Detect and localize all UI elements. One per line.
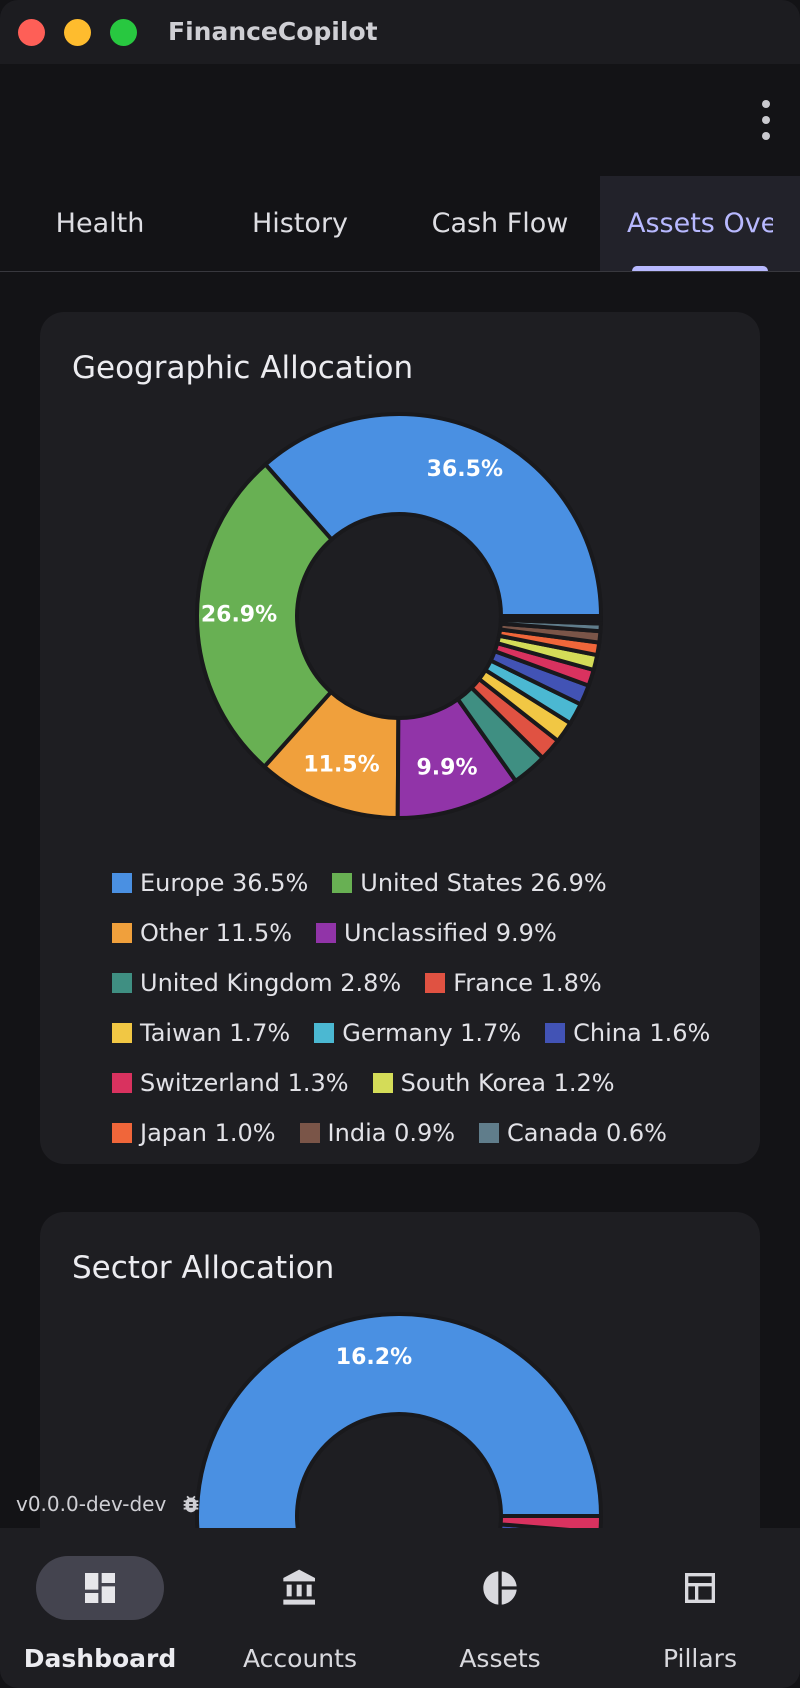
nav-label: Dashboard [23,1644,177,1673]
title-bar: FinanceCopilot [0,0,800,65]
legend-label: South Korea 1.2% [400,1069,615,1097]
legend-item[interactable]: China 1.6% [545,1019,710,1047]
legend-swatch [425,973,446,993]
legend-swatch [112,1023,132,1043]
donut-slice[interactable] [262,412,604,618]
legend-item[interactable]: France 1.8% [425,969,602,997]
legend-swatch [479,1123,500,1143]
nav-pillars[interactable]: Pillars [600,1528,800,1688]
nav-accounts[interactable]: Accounts [200,1528,400,1688]
legend-swatch [112,1073,132,1093]
legend-item[interactable]: Switzerland 1.3% [112,1069,349,1097]
top-app-bar [0,64,800,176]
legend-item[interactable]: South Korea 1.2% [372,1069,615,1097]
geographic-allocation-card: Geographic Allocation 36.5% 26.9% 11.5% 9.9… [40,312,760,1164]
bottom-navigation: Dashboard Accounts Assets Pillars [0,1528,800,1688]
nav-label: Accounts [243,1644,357,1673]
legend-label: United States 26.9% [360,869,607,897]
legend-swatch [545,1023,566,1043]
tab-label: Assets Overview [627,208,773,239]
legend-swatch [372,1073,393,1093]
tab-cash-flow[interactable]: Cash Flow [400,176,600,271]
legend-item[interactable]: Germany 1.7% [314,1019,521,1047]
legend-label: Japan 1.0% [140,1119,276,1147]
legend-label: China 1.6% [573,1019,711,1047]
legend-label: United Kingdom 2.8% [140,969,402,997]
legend-item[interactable]: United States 26.9% [332,869,607,897]
layout-icon [685,1573,715,1603]
legend-label: Other 11.5% [140,919,293,947]
legend-swatch [316,923,337,943]
pie-chart-icon [483,1571,517,1605]
bug-icon[interactable] [180,1493,202,1515]
tab-bar: Health History Cash Flow Assets Overview [0,176,800,272]
version-label: v0.0.0-dev-dev [16,1492,202,1516]
legend-label: Germany 1.7% [342,1019,522,1047]
window-title: FinanceCopilot [168,17,378,46]
donut-slice[interactable] [498,614,604,622]
bank-icon [283,1569,315,1605]
legend-label: France 1.8% [453,969,602,997]
geographic-donut-chart[interactable]: 36.5% 26.9% 11.5% 9.9% [40,312,760,852]
tab-label: History [251,208,349,239]
dashboard-icon [85,1573,115,1603]
nav-label: Pillars [663,1644,737,1673]
slice-label: 9.9% [416,756,477,781]
legend-swatch [112,973,132,993]
legend-item[interactable]: Canada 0.6% [479,1119,667,1147]
legend-swatch [112,1123,132,1143]
app-window: FinanceCopilot Health History Cash Flow … [0,0,800,1688]
slice-label: 16.2% [336,1345,412,1370]
nav-dashboard[interactable]: Dashboard [0,1528,200,1688]
tab-label: Cash Flow [431,208,569,239]
tab-assets-overview[interactable]: Assets Overview [600,176,800,271]
more-vert-icon[interactable] [758,100,774,140]
slice-label: 36.5% [427,457,503,482]
tab-history[interactable]: History [200,176,400,271]
nav-assets[interactable]: Assets [400,1528,600,1688]
slice-label: 26.9% [201,602,277,627]
legend-label: Europe 36.5% [140,869,309,897]
active-tab-indicator [632,266,768,271]
legend-item[interactable]: Unclassified 9.9% [316,919,557,947]
legend-item[interactable]: Taiwan 1.7% [112,1019,290,1047]
legend-item[interactable]: India 0.9% [299,1119,456,1147]
legend-item[interactable]: Japan 1.0% [112,1119,276,1147]
legend-swatch [314,1023,335,1043]
legend-label: Taiwan 1.7% [140,1019,291,1047]
tab-health[interactable]: Health [0,176,200,271]
legend-label: Unclassified 9.9% [344,919,557,947]
zoom-window-button[interactable] [110,19,137,46]
legend-label: Canada 0.6% [507,1119,667,1147]
legend-swatch [112,873,132,893]
legend-swatch [332,873,353,893]
version-text: v0.0.0-dev-dev [16,1492,167,1516]
slice-label: 11.5% [303,752,379,777]
legend-item[interactable]: United Kingdom 2.8% [112,969,401,997]
legend-label: India 0.9% [327,1119,456,1147]
nav-label: Assets [459,1644,541,1673]
legend-swatch [112,923,132,943]
tab-label: Health [55,208,145,239]
legend-swatch [299,1123,320,1143]
close-window-button[interactable] [18,19,45,46]
legend-item[interactable]: Europe 36.5% [112,869,308,897]
legend-item[interactable]: Other 11.5% [112,919,292,947]
minimize-window-button[interactable] [64,19,91,46]
geographic-legend: Europe 36.5% United States 26.9% Other 1… [112,858,732,1158]
legend-label: Switzerland 1.3% [140,1069,349,1097]
